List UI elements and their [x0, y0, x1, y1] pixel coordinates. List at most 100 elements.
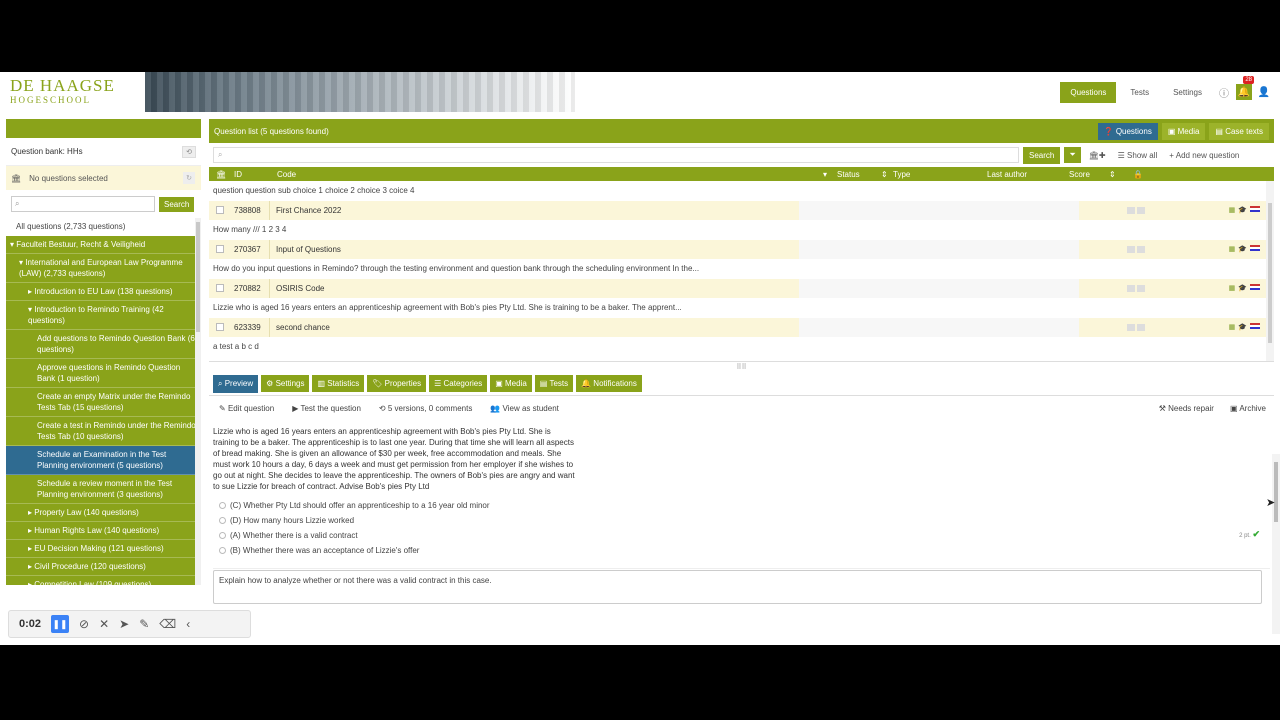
category-item[interactable]: ▸ Competition Law (109 questions) — [6, 576, 201, 585]
tab-properties[interactable]: 🏷 Properties — [367, 375, 427, 392]
col-id[interactable]: ID — [234, 170, 242, 179]
question-preview-row[interactable]: Lizzie who is aged 16 years enters an ap… — [209, 298, 1274, 318]
category-item[interactable]: ▸ Civil Procedure (120 questions) — [6, 558, 201, 576]
option-label: (A) Whether there is a valid contract — [230, 531, 358, 540]
category-item[interactable]: Create a test in Remindo under the Remin… — [6, 417, 201, 446]
answer-options: (C) Whether Pty Ltd should offer an appr… — [213, 498, 1270, 558]
show-all-button[interactable]: ☰ Show all — [1114, 151, 1162, 160]
question-list-scrollbar[interactable] — [1266, 181, 1274, 361]
edit-question-button[interactable]: ✎ Edit question — [219, 404, 274, 413]
bell-icon[interactable]: 🔔 28 — [1236, 76, 1254, 100]
refresh-icon[interactable]: ⟲ — [182, 145, 196, 158]
nav-tests[interactable]: Tests — [1120, 82, 1159, 103]
collapse-icon[interactable]: ‹ — [186, 617, 190, 631]
nav-questions[interactable]: Questions — [1060, 81, 1117, 103]
category-item[interactable]: ▾ International and European Law Program… — [6, 254, 201, 283]
sort-icon[interactable]: ⇕ — [881, 170, 888, 179]
tab-notifications[interactable]: 🔔 Notifications — [576, 375, 642, 392]
add-question-button[interactable]: + Add new question — [1165, 151, 1243, 160]
radio-button[interactable] — [219, 517, 226, 524]
bank-actions-icon[interactable]: 🏛✚ — [1085, 151, 1110, 160]
resize-handle[interactable]: ⠿⠿ — [209, 362, 1274, 372]
flag-icon — [1250, 206, 1260, 213]
tab-questions[interactable]: ❓ Questions — [1097, 122, 1158, 140]
tab-categories[interactable]: ☰ Categories — [429, 375, 488, 392]
sort-icon[interactable]: ▾ — [823, 170, 827, 179]
question-row[interactable]: 270882 OSIRIS Code ▦ 🎓 — [209, 278, 1274, 298]
category-item[interactable]: Approve questions in Remindo Question Ba… — [6, 359, 201, 388]
selection-status-text: No questions selected — [29, 173, 108, 183]
answer-option[interactable]: (D) How many hours Lizzie worked — [213, 513, 1270, 528]
category-item[interactable]: ▾ Faculteit Bestuur, Recht & Veiligheid — [6, 236, 201, 254]
blurred-meta — [799, 317, 1079, 337]
nav-settings[interactable]: Settings — [1163, 82, 1212, 103]
tab-statistics[interactable]: ▥ Statistics — [312, 375, 365, 392]
tab-preview[interactable]: ⌕ Preview — [213, 374, 259, 393]
col-score[interactable]: Score — [1069, 170, 1090, 179]
camera-off-icon[interactable]: ⊘ — [79, 617, 89, 631]
pause-icon[interactable]: ❚❚ — [51, 615, 70, 633]
question-row[interactable]: 738808 First Chance 2022 ▦ 🎓 — [209, 200, 1274, 220]
sort-icon[interactable]: ⇕ — [1109, 170, 1116, 179]
versions-button[interactable]: ⟲ 5 versions, 0 comments — [379, 404, 472, 413]
category-item[interactable]: ▸ Property Law (140 questions) — [6, 504, 201, 522]
question-preview-row[interactable]: How do you input questions in Remindo? t… — [209, 259, 1274, 279]
category-search-input[interactable]: ⌕ — [11, 196, 155, 212]
col-status[interactable]: Status — [837, 170, 860, 179]
radio-button[interactable] — [219, 532, 226, 539]
question-preview-row[interactable]: question question sub choice 1 choice 2 … — [209, 181, 1274, 201]
category-item[interactable]: ▸ EU Decision Making (121 questions) — [6, 540, 201, 558]
score-squares — [1127, 284, 1145, 292]
category-item[interactable]: ▸ Human Rights Law (140 questions) — [6, 522, 201, 540]
answer-option[interactable]: (B) Whether there was an acceptance of L… — [213, 543, 1270, 558]
category-item[interactable]: Create an empty Matrix under the Remindo… — [6, 388, 201, 417]
col-code[interactable]: Code — [277, 170, 296, 179]
eraser-icon[interactable]: ⌫ — [159, 617, 176, 631]
category-item[interactable]: Add questions to Remindo Question Bank (… — [6, 330, 201, 359]
question-search-button[interactable]: Search — [1023, 146, 1061, 164]
question-snippet: a test a b c d — [213, 342, 259, 352]
col-last-author[interactable]: Last author — [987, 170, 1027, 179]
info-icon[interactable]: ⓘ — [1216, 84, 1232, 100]
question-row[interactable]: 270367 Input of Questions ▦ 🎓 — [209, 239, 1274, 259]
tab-media[interactable]: ▣ Media — [1161, 122, 1206, 140]
filter-icon[interactable]: ⏷ — [1064, 147, 1081, 163]
clear-selection-icon[interactable]: ↻ — [183, 172, 195, 184]
radio-button[interactable] — [219, 502, 226, 509]
logo: DE HAAGSE HOGESCHOOL — [0, 72, 145, 112]
question-row[interactable]: 623339 second chance ▦ 🎓 — [209, 317, 1274, 337]
archive-button[interactable]: ▣ Archive — [1230, 404, 1266, 413]
user-icon[interactable]: 👤 — [1256, 84, 1272, 100]
row-checkbox[interactable] — [216, 284, 224, 293]
question-preview-row[interactable]: How many /// 1 2 3 4 — [209, 220, 1274, 240]
needs-repair-button[interactable]: ⚒ Needs repair — [1159, 404, 1214, 413]
pointer-icon[interactable]: ➤ — [119, 617, 129, 631]
col-type[interactable]: Type — [893, 170, 910, 179]
question-preview-row[interactable]: a test a b c d — [209, 337, 1274, 357]
category-search-button[interactable]: Search — [159, 196, 195, 212]
tab-settings[interactable]: ⚙ Settings — [261, 375, 310, 392]
category-tree-scrollbar[interactable] — [195, 218, 201, 585]
category-item[interactable]: ▸ Introduction to EU Law (138 questions) — [6, 283, 201, 301]
answer-option[interactable]: (C) Whether Pty Ltd should offer an appr… — [213, 498, 1270, 513]
row-checkbox[interactable] — [216, 206, 224, 215]
category-item-selected[interactable]: Schedule an Examination in the Test Plan… — [6, 446, 201, 475]
mic-off-icon[interactable]: ✕ — [99, 617, 109, 631]
category-item[interactable]: ▾ Introduction to Remindo Training (42 q… — [6, 301, 201, 330]
answer-option[interactable]: (A) Whether there is a valid contract 2 p… — [213, 528, 1270, 543]
category-item[interactable]: Schedule a review moment in the Test Pla… — [6, 475, 201, 504]
row-checkbox[interactable] — [216, 323, 224, 332]
tab-case-texts[interactable]: ▤ Case texts — [1209, 122, 1269, 140]
tab-media[interactable]: ▣ Media — [490, 375, 532, 392]
pen-icon[interactable]: ✎ — [139, 617, 149, 631]
tab-tests[interactable]: ▤ Tests — [534, 375, 574, 392]
row-checkbox[interactable] — [216, 245, 224, 254]
question-preview: Lizzie who is aged 16 years enters an ap… — [209, 420, 1274, 610]
category-item[interactable]: All questions (2,733 questions) — [6, 218, 201, 236]
view-as-student-button[interactable]: 👥 View as student — [490, 404, 559, 413]
question-search-input[interactable]: ⌕ — [213, 147, 1019, 163]
radio-button[interactable] — [219, 547, 226, 554]
test-question-button[interactable]: ▶ Test the question — [292, 404, 361, 413]
answer-textarea[interactable] — [213, 570, 1262, 604]
preview-scrollbar[interactable] — [1272, 454, 1280, 634]
